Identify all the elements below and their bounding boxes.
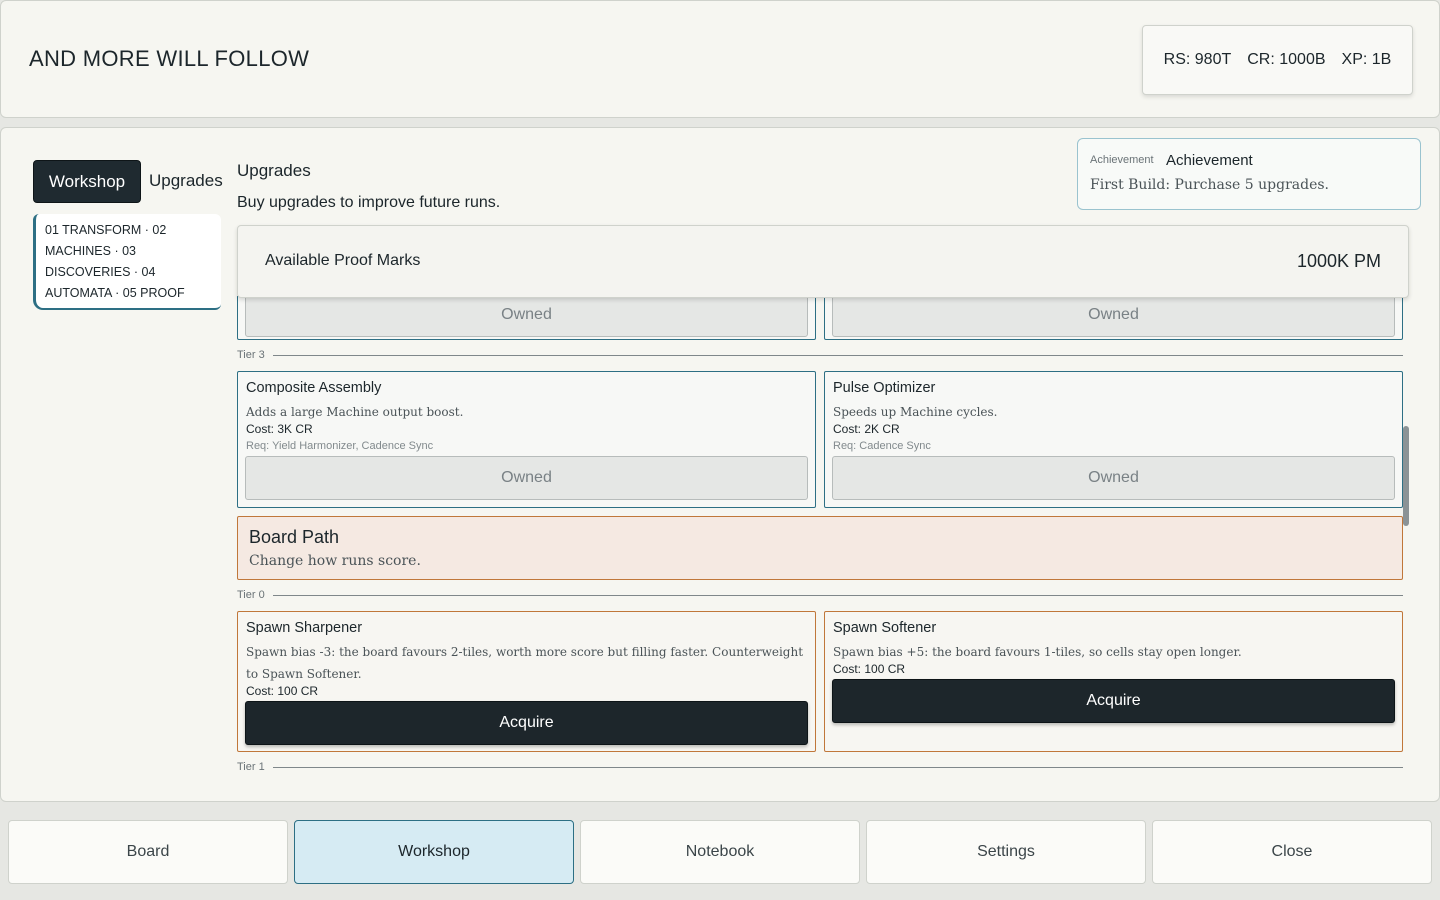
upgrade-desc: Speeds up Machine cycles. (833, 405, 998, 419)
upgrade-card-composite-assembly: Composite Assembly Adds a large Machine … (237, 371, 816, 508)
upgrade-cost: Cost: 3K CR (246, 422, 313, 436)
tier-label: Tier 0 (237, 589, 265, 601)
chapter-line: 01 TRANSFORM · 02 (45, 223, 167, 237)
tier-line (273, 595, 1403, 596)
upgrade-card-partial: Owned (237, 296, 816, 340)
workshop-panel: Workshop Upgrades 01 TRANSFORM · 02 MACH… (0, 127, 1440, 802)
chapter-line: MACHINES · 03 (45, 244, 136, 258)
section-subtitle: Buy upgrades to improve future runs. (237, 194, 501, 211)
board-path-header: Board Path Change how runs score. (237, 516, 1403, 580)
acquire-button[interactable]: Acquire (832, 679, 1395, 723)
stat-xp: XP: 1B (1341, 51, 1392, 68)
chapter-list: 01 TRANSFORM · 02 MACHINES · 03 DISCOVER… (33, 214, 221, 310)
nav-settings-button[interactable]: Settings (866, 820, 1146, 884)
upgrade-list[interactable]: Owned Owned Tier 3 Composite Assembly Ad… (237, 296, 1407, 771)
achievement-heading: Achievement (1166, 152, 1253, 169)
nav-workshop-button[interactable]: Workshop (294, 820, 574, 884)
path-title: Board Path (249, 527, 340, 547)
path-desc: Change how runs score. (249, 553, 421, 569)
upgrade-name: Pulse Optimizer (833, 380, 936, 396)
upgrade-cost: Cost: 2K CR (833, 422, 900, 436)
chapter-line: AUTOMATA · 05 PROOF (45, 286, 185, 300)
achievement-tag: Achievement (1090, 154, 1154, 166)
tab-workshop[interactable]: Workshop (33, 160, 141, 203)
upgrade-card-spawn-sharpener: Spawn Sharpener Spawn bias -3: the board… (237, 611, 816, 752)
upgrade-req: Req: Yield Harmonizer, Cadence Sync (246, 440, 434, 452)
proof-marks-value: 1000K PM (1296, 251, 1381, 271)
proof-marks-label: Available Proof Marks (265, 252, 421, 269)
proof-marks-bar: Available Proof Marks 1000K PM (237, 225, 1409, 298)
section-title: Upgrades (237, 161, 311, 180)
upgrade-desc: Adds a large Machine output boost. (246, 405, 464, 419)
top-bar: AND MORE WILL FOLLOW RS: 980T CR: 1000B … (0, 0, 1440, 118)
owned-button[interactable]: Owned (832, 456, 1395, 500)
stat-rs: RS: 980T (1163, 51, 1232, 68)
achievement-text: First Build: Purchase 5 upgrades. (1090, 177, 1330, 193)
upgrade-name: Spawn Softener (833, 620, 937, 636)
owned-button[interactable]: Owned (245, 296, 808, 337)
upgrade-name: Composite Assembly (246, 380, 382, 396)
owned-button[interactable]: Owned (832, 296, 1395, 337)
nav-board-button[interactable]: Board (8, 820, 288, 884)
tier-divider: Tier 0 (237, 589, 1403, 601)
tier-label: Tier 1 (237, 761, 265, 771)
upgrade-cost: Cost: 100 CR (246, 684, 319, 698)
upgrade-desc: Spawn bias +5: the board favours 1-tiles… (833, 645, 1242, 659)
stat-cr: CR: 1000B (1247, 51, 1326, 68)
achievement-toast: Achievement Achievement First Build: Pur… (1077, 138, 1421, 210)
nav-notebook-button[interactable]: Notebook (580, 820, 860, 884)
acquire-button[interactable]: Acquire (245, 701, 808, 745)
tier-line (273, 355, 1403, 356)
tab-upgrades[interactable]: Upgrades (149, 171, 223, 191)
upgrade-cost: Cost: 100 CR (833, 662, 906, 676)
scrollbar-thumb[interactable] (1403, 426, 1409, 526)
tier-divider: Tier 3 (237, 349, 1403, 361)
nav-close-button[interactable]: Close (1152, 820, 1432, 884)
game-title: AND MORE WILL FOLLOW (29, 46, 310, 71)
resource-stats: RS: 980T CR: 1000B XP: 1B (1142, 25, 1413, 95)
chapter-line: DISCOVERIES · 04 (45, 265, 156, 279)
upgrade-card-partial: Owned (824, 296, 1403, 340)
upgrade-card-pulse-optimizer: Pulse Optimizer Speeds up Machine cycles… (824, 371, 1403, 508)
tier-line (273, 767, 1403, 768)
upgrade-req: Req: Cadence Sync (833, 440, 931, 452)
upgrade-card-spawn-softener: Spawn Softener Spawn bias +5: the board … (824, 611, 1403, 752)
owned-button[interactable]: Owned (245, 456, 808, 500)
upgrade-desc: Spawn bias -3: the board favours 2-tiles… (246, 645, 804, 681)
upgrade-name: Spawn Sharpener (246, 620, 363, 636)
tier-divider: Tier 1 (237, 761, 1403, 771)
tier-label: Tier 3 (237, 349, 265, 361)
